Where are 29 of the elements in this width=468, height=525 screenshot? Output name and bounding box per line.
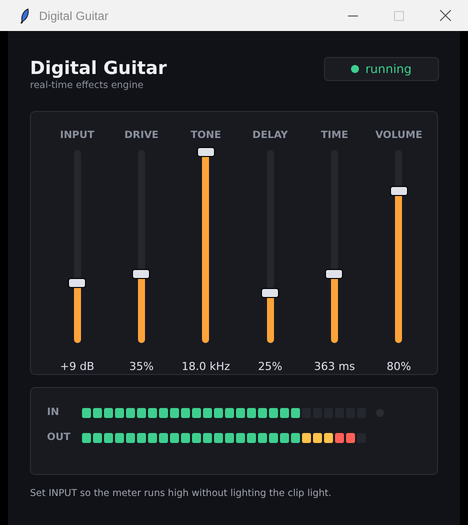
feather-icon	[20, 8, 30, 24]
slider-thumb[interactable]	[390, 186, 408, 196]
slider-reading: 25%	[258, 360, 282, 373]
slider-reading: +9 dB	[60, 360, 94, 373]
slider-reading: 18.0 kHz	[182, 360, 230, 373]
slider-label: VOLUME	[375, 130, 422, 143]
app-subtitle: real-time effects engine	[30, 80, 144, 91]
slider-thumb[interactable]	[196, 146, 215, 157]
slider-thumb[interactable]	[325, 268, 344, 279]
slider-label: DRIVE	[124, 130, 159, 143]
window-title: Digital Guitar	[39, 8, 108, 22]
slider-reading: 35%	[129, 360, 154, 373]
slider-thumb[interactable]	[261, 288, 280, 298]
slider-label: TONE	[190, 130, 222, 143]
status-label: running	[365, 62, 412, 76]
slider-reading: 80%	[386, 360, 412, 373]
meter-label: IN	[47, 407, 60, 418]
slider-label: TIME	[320, 130, 348, 143]
slider-track	[395, 150, 402, 186]
close-icon	[440, 10, 450, 21]
slider-reading: 363 ms	[314, 360, 355, 373]
slider-thumb[interactable]	[132, 268, 150, 279]
maximize-icon	[394, 10, 404, 20]
slider-thumb[interactable]	[68, 278, 86, 288]
slider-label: DELAY	[252, 130, 288, 143]
app-title: Digital Guitar	[30, 58, 167, 80]
slider-label: INPUT	[60, 130, 94, 143]
hint-text: Set INPUT so the meter runs high without lighting the clip light.	[30, 488, 332, 499]
meter-label: OUT	[47, 432, 72, 443]
